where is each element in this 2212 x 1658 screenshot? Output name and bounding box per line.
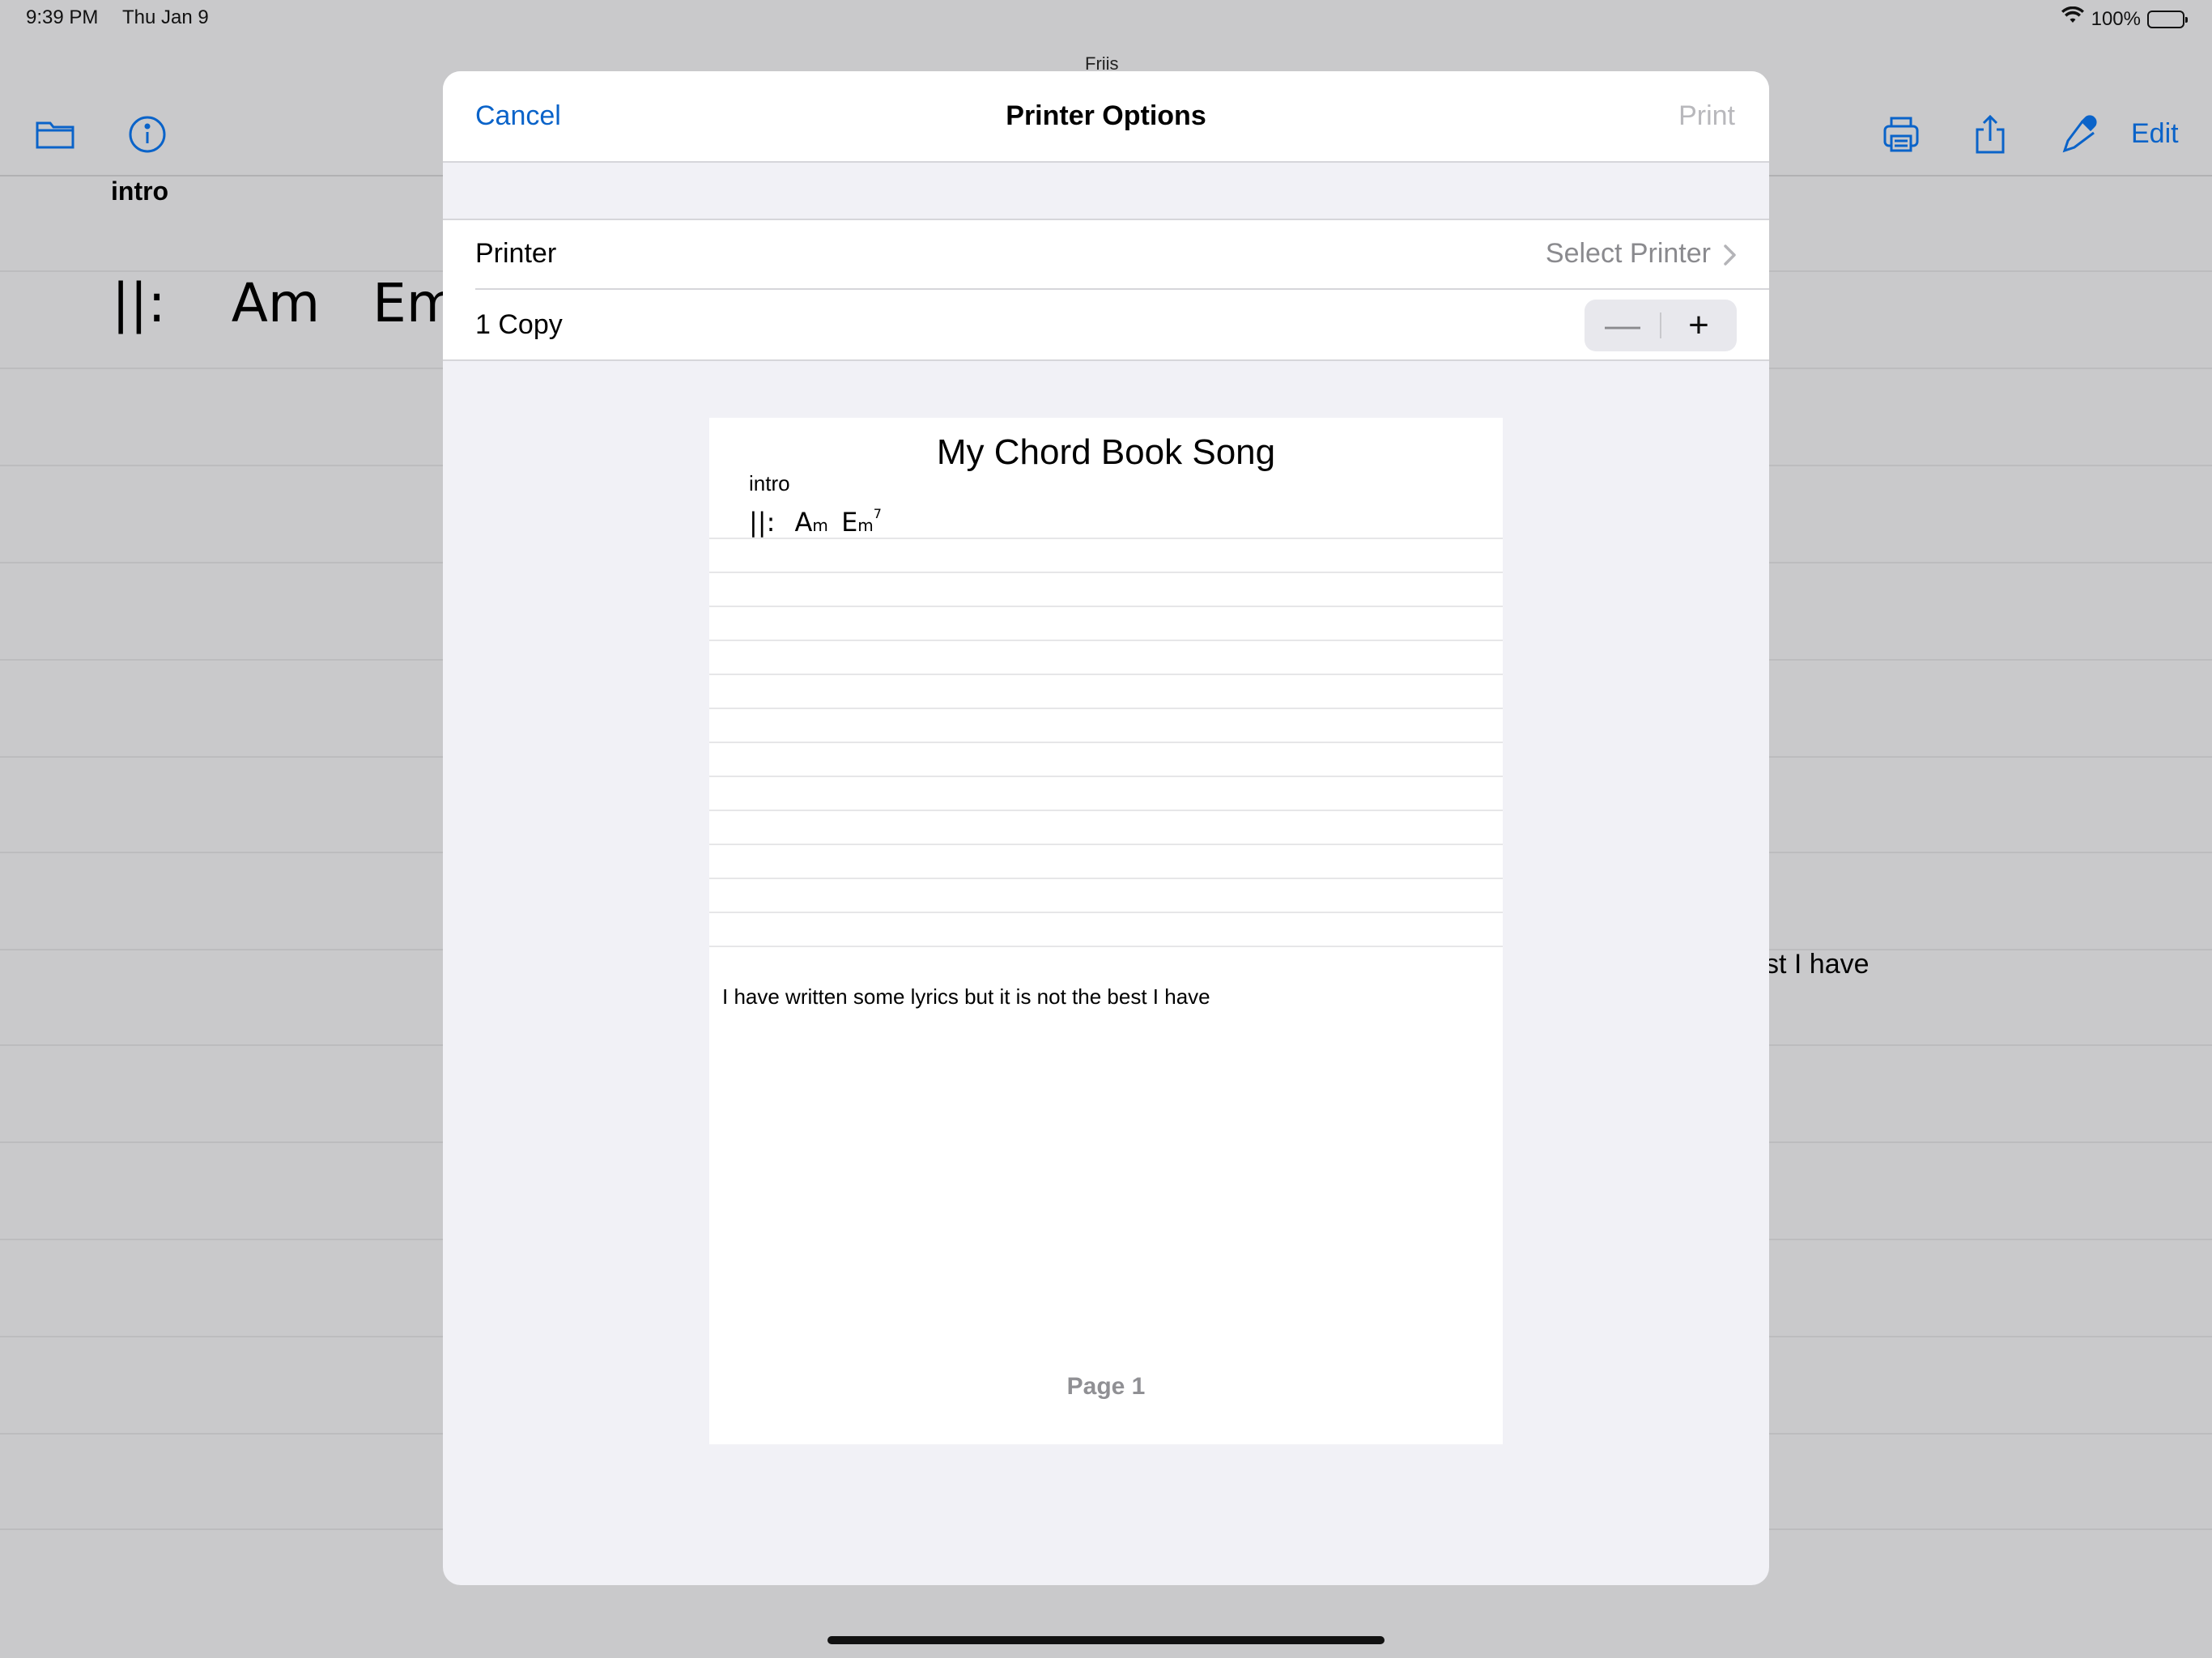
printer-settings-list: Printer Select Printer 1 Copy — + — [443, 219, 1769, 361]
decrement-button[interactable]: — — [1585, 300, 1661, 351]
battery-icon — [2147, 10, 2188, 28]
chord-root: E — [841, 507, 858, 538]
print-button[interactable]: Print — [1678, 100, 1735, 132]
staff-line — [709, 776, 1503, 777]
staff-line — [709, 538, 1503, 539]
staff-line — [709, 844, 1503, 845]
status-date: Thu Jan 9 — [122, 6, 209, 28]
staff-line — [709, 708, 1503, 709]
printer-options-sheet: Cancel Printer Options Print Printer Sel… — [443, 71, 1769, 1585]
chord-quality: m — [812, 516, 828, 535]
staff-line — [709, 742, 1503, 743]
edit-button[interactable]: Edit — [2131, 118, 2179, 150]
section-label: intro — [749, 471, 790, 495]
home-indicator[interactable] — [827, 1636, 1385, 1644]
copies-row: 1 Copy — + — [475, 290, 1769, 361]
printer-row[interactable]: Printer Select Printer — [475, 220, 1769, 290]
sheet-header: Cancel Printer Options Print — [443, 71, 1769, 163]
folder-icon[interactable] — [34, 113, 76, 155]
sheet-title: Printer Options — [1006, 100, 1206, 131]
info-icon[interactable] — [126, 113, 168, 155]
copies-stepper: — + — [1585, 300, 1737, 351]
chord-line: ||: Am Em7 — [112, 269, 477, 334]
chord: Am — [231, 272, 321, 334]
wifi-icon — [2061, 6, 2085, 32]
lyric-line: st I have — [1765, 949, 1870, 980]
status-indicators: 100% — [2061, 6, 2188, 32]
staff-line — [709, 674, 1503, 675]
chord-quality: m — [857, 516, 874, 535]
section-label: intro — [111, 176, 169, 206]
staff-line — [709, 810, 1503, 811]
print-preview-page[interactable]: My Chord Book Song intro ||: Am Em7 I ha… — [709, 418, 1503, 1444]
copies-label: 1 Copy — [475, 309, 563, 340]
chord-extension: 7 — [873, 506, 882, 522]
printer-icon[interactable] — [1880, 113, 1922, 155]
status-bar: 9:39 PM Thu Jan 9 100% — [0, 0, 2212, 39]
repeat-sign: ||: — [749, 507, 776, 538]
staff-line — [709, 912, 1503, 913]
staff-line — [709, 878, 1503, 879]
share-icon[interactable] — [1969, 113, 2011, 155]
chord-root: A — [794, 507, 813, 538]
song-title: My Chord Book Song — [936, 432, 1276, 472]
staff-line — [709, 640, 1503, 641]
printer-label: Printer — [475, 238, 557, 269]
staff-line — [709, 606, 1503, 607]
staff-line — [709, 946, 1503, 947]
page-number: Page 1 — [1066, 1373, 1146, 1400]
printer-value: Select Printer — [1545, 238, 1711, 269]
status-time: 9:39 PM — [26, 6, 99, 28]
repeat-sign: ||: — [112, 272, 166, 334]
increment-button[interactable]: + — [1661, 300, 1737, 351]
battery-percent: 100% — [2091, 7, 2141, 30]
microphone-icon[interactable] — [2058, 113, 2100, 155]
chevron-right-icon — [1719, 241, 1740, 269]
staff-line — [709, 572, 1503, 573]
lyrics-text: I have written some lyrics but it is not… — [722, 984, 1210, 1009]
chord-line: ||: Am Em7 — [749, 506, 882, 538]
